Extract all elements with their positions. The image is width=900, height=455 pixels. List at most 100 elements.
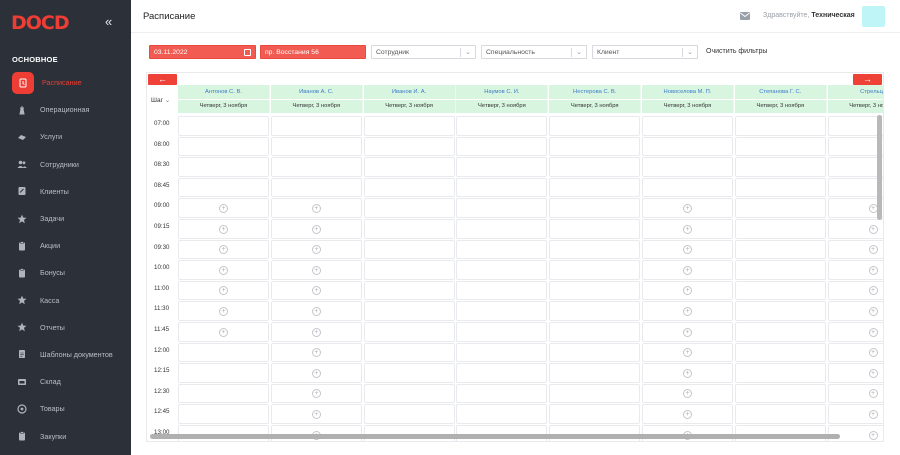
available-slot[interactable]: + [827, 383, 883, 404]
time-slot[interactable] [642, 177, 733, 198]
sidebar-item-14[interactable]: Закупки [0, 422, 131, 449]
time-slot[interactable] [363, 177, 455, 198]
sidebar-item-7[interactable]: Акции [0, 232, 131, 259]
employee-select[interactable]: Сотрудник ⌄ [371, 45, 476, 59]
add-appointment-icon[interactable]: + [311, 286, 321, 296]
add-appointment-icon[interactable]: + [683, 203, 692, 213]
time-slot[interactable] [549, 136, 641, 157]
available-slot[interactable]: + [270, 301, 362, 321]
time-slot[interactable] [363, 198, 455, 218]
time-slot[interactable] [178, 136, 269, 157]
available-slot[interactable]: + [178, 301, 269, 321]
specialty-select[interactable]: Специальность ⌄ [481, 45, 587, 59]
available-slot[interactable]: + [827, 342, 883, 363]
available-slot[interactable]: + [827, 280, 883, 301]
time-slot[interactable] [456, 177, 548, 198]
time-slot[interactable] [363, 219, 455, 239]
time-slot[interactable] [270, 157, 362, 177]
available-slot[interactable]: + [270, 322, 362, 342]
add-appointment-icon[interactable]: + [219, 306, 228, 316]
add-appointment-icon[interactable]: + [683, 327, 692, 337]
time-slot[interactable] [456, 116, 548, 136]
time-slot[interactable] [456, 322, 548, 342]
time-slot[interactable] [270, 116, 362, 136]
time-slot[interactable] [270, 136, 362, 157]
add-appointment-icon[interactable]: + [683, 348, 692, 358]
sidebar-item-2[interactable]: Операционная [0, 96, 131, 123]
available-slot[interactable]: + [642, 383, 733, 404]
time-slot[interactable] [456, 219, 548, 239]
time-slot[interactable] [827, 116, 883, 136]
prev-arrow-button[interactable]: ← [148, 74, 177, 85]
app-logo[interactable]: DOCD [11, 12, 70, 34]
time-slot[interactable] [363, 363, 455, 383]
sidebar-item-10[interactable]: Отчеты [0, 314, 131, 341]
time-slot[interactable] [363, 301, 455, 321]
add-appointment-icon[interactable]: + [311, 224, 321, 234]
time-slot[interactable] [363, 404, 455, 424]
time-slot[interactable] [178, 177, 269, 198]
time-slot[interactable] [734, 342, 826, 363]
sidebar-item-5[interactable]: Клиенты [0, 178, 131, 205]
time-slot[interactable] [178, 342, 269, 363]
add-appointment-icon[interactable]: + [868, 286, 878, 296]
time-slot[interactable] [734, 239, 826, 260]
time-slot[interactable] [363, 342, 455, 363]
time-slot[interactable] [642, 157, 733, 177]
doctor-name[interactable]: Наумов С. И. [456, 85, 549, 99]
available-slot[interactable]: + [642, 363, 733, 383]
time-slot[interactable] [827, 177, 883, 198]
add-appointment-icon[interactable]: + [683, 389, 692, 399]
sidebar-item-11[interactable]: Шаблоны документов [0, 341, 131, 368]
available-slot[interactable]: + [270, 363, 362, 383]
available-slot[interactable]: + [178, 322, 269, 342]
add-appointment-icon[interactable]: + [868, 430, 878, 440]
time-slot[interactable] [363, 136, 455, 157]
available-slot[interactable]: + [270, 280, 362, 301]
add-appointment-icon[interactable]: + [868, 327, 878, 337]
available-slot[interactable]: + [827, 363, 883, 383]
time-slot[interactable] [734, 136, 826, 157]
add-appointment-icon[interactable]: + [219, 286, 228, 296]
add-appointment-icon[interactable]: + [683, 245, 692, 255]
available-slot[interactable]: + [642, 239, 733, 260]
time-slot[interactable] [456, 404, 548, 424]
available-slot[interactable]: + [178, 198, 269, 218]
mail-icon[interactable] [740, 12, 750, 20]
time-slot[interactable] [178, 157, 269, 177]
date-picker[interactable]: 03.11.2022 [149, 45, 256, 59]
time-slot[interactable] [456, 157, 548, 177]
doctor-name[interactable]: Нестерова С. В. [549, 85, 642, 99]
user-name[interactable]: Техническая [811, 12, 854, 19]
time-slot[interactable] [456, 383, 548, 404]
time-slot[interactable] [549, 177, 641, 198]
add-appointment-icon[interactable]: + [219, 327, 228, 337]
branch-select[interactable]: пр. Восстания 56 [260, 45, 366, 59]
available-slot[interactable]: + [270, 198, 362, 218]
add-appointment-icon[interactable]: + [219, 245, 228, 255]
available-slot[interactable]: + [827, 404, 883, 424]
time-slot[interactable] [549, 363, 641, 383]
time-slot[interactable] [734, 280, 826, 301]
time-slot[interactable] [456, 198, 548, 218]
add-appointment-icon[interactable]: + [868, 409, 878, 419]
collapse-sidebar-icon[interactable]: « [105, 15, 117, 28]
time-slot[interactable] [456, 301, 548, 321]
horizontal-scrollbar[interactable] [150, 434, 840, 439]
time-slot[interactable] [363, 383, 455, 404]
time-slot[interactable] [549, 219, 641, 239]
time-slot[interactable] [456, 136, 548, 157]
time-slot[interactable] [549, 404, 641, 424]
time-slot[interactable] [549, 301, 641, 321]
clear-filters-button[interactable]: Очистить фильтры [706, 48, 767, 55]
available-slot[interactable]: + [270, 404, 362, 424]
add-appointment-icon[interactable]: + [219, 224, 228, 234]
available-slot[interactable]: + [270, 260, 362, 280]
add-appointment-icon[interactable]: + [868, 224, 878, 234]
add-appointment-icon[interactable]: + [683, 368, 692, 378]
add-appointment-icon[interactable]: + [868, 368, 878, 378]
add-appointment-icon[interactable]: + [311, 327, 321, 337]
available-slot[interactable]: + [642, 260, 733, 280]
available-slot[interactable]: + [270, 219, 362, 239]
time-slot[interactable] [363, 157, 455, 177]
